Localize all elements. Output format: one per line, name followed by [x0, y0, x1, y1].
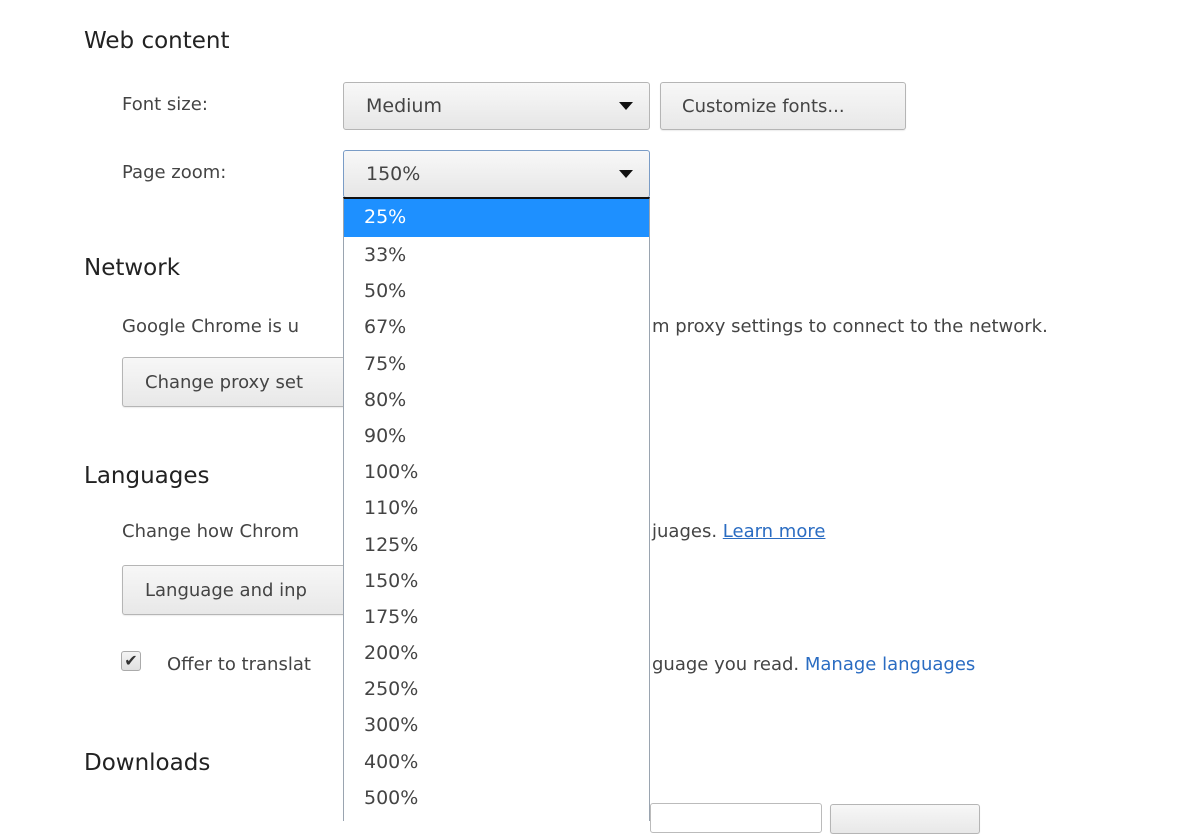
zoom-option[interactable]: 300%	[344, 707, 649, 743]
change-download-location-button[interactable]	[830, 804, 980, 834]
zoom-option[interactable]: 175%	[344, 599, 649, 635]
font-size-value: Medium	[366, 95, 442, 117]
font-size-label: Font size:	[122, 94, 208, 115]
page-zoom-select[interactable]: 150%	[343, 150, 650, 198]
offer-translate-checkbox[interactable]: ✔	[121, 651, 141, 671]
section-title-web-content: Web content	[84, 28, 230, 54]
customize-fonts-label: Customize fonts...	[682, 95, 845, 117]
zoom-option[interactable]: 80%	[344, 382, 649, 418]
section-title-languages: Languages	[84, 463, 210, 489]
offer-translate-label: Offer to translat	[167, 654, 311, 675]
zoom-option[interactable]: 33%	[344, 237, 649, 273]
network-description-continued: m proxy settings to connect to the netwo…	[652, 316, 1048, 337]
zoom-option[interactable]: 500%	[344, 780, 649, 816]
zoom-option[interactable]: 100%	[344, 454, 649, 490]
zoom-option[interactable]: 200%	[344, 635, 649, 671]
chevron-down-icon	[619, 170, 633, 178]
page-zoom-value: 150%	[366, 163, 421, 185]
offer-translate-tail: guage you read.	[652, 654, 800, 675]
zoom-option[interactable]: 75%	[344, 346, 649, 382]
section-title-downloads: Downloads	[84, 750, 211, 776]
languages-description-continued: juages. Learn more	[652, 521, 825, 542]
zoom-option[interactable]: 110%	[344, 490, 649, 526]
zoom-option[interactable]: 67%	[344, 309, 649, 345]
zoom-option[interactable]: 400%	[344, 744, 649, 780]
manage-languages-link[interactable]: Manage languages	[805, 654, 975, 675]
offer-translate-label-continued: guage you read. Manage languages	[652, 654, 975, 675]
section-title-network: Network	[84, 255, 181, 281]
page-zoom-label: Page zoom:	[122, 162, 227, 183]
page-zoom-dropdown-list: 25% 33% 50% 67% 75% 80% 90% 100% 110% 125% 150% 175…	[343, 197, 650, 821]
checkmark-icon: ✔	[124, 651, 138, 670]
zoom-option[interactable]: 90%	[344, 418, 649, 454]
zoom-option[interactable]: 150%	[344, 563, 649, 599]
language-input-label: Language and inp	[145, 579, 307, 601]
chevron-down-icon	[619, 102, 633, 110]
font-size-select[interactable]: Medium	[343, 82, 650, 130]
zoom-option[interactable]: 250%	[344, 671, 649, 707]
customize-fonts-button[interactable]: Customize fonts...	[660, 82, 906, 130]
languages-description: Change how Chrom	[122, 521, 300, 542]
download-location-field[interactable]	[650, 803, 822, 833]
zoom-option[interactable]: 50%	[344, 273, 649, 309]
languages-description-tail: juages.	[652, 521, 718, 542]
zoom-option[interactable]: 125%	[344, 527, 649, 563]
change-proxy-label: Change proxy set	[145, 371, 304, 393]
network-description: Google Chrome is u	[122, 316, 300, 337]
learn-more-link[interactable]: Learn more	[723, 521, 826, 542]
zoom-option[interactable]: 25%	[344, 199, 649, 237]
